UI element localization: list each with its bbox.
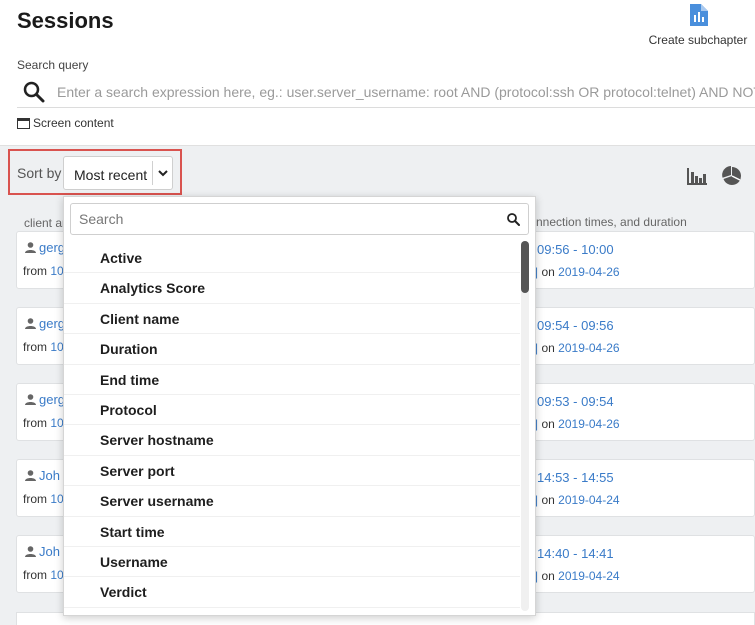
bar-chart-icon[interactable] (686, 166, 708, 186)
sort-option-server-username[interactable]: Server username (64, 486, 520, 517)
from-label: from (23, 264, 47, 278)
user-icon (25, 546, 36, 557)
session-from: from 10 (23, 264, 64, 278)
sort-dropdown-menu: Active Analytics Score Client name Durat… (63, 196, 536, 616)
sort-selected-value: Most recent (74, 167, 148, 183)
screen-content-toggle[interactable]: Screen content (17, 116, 114, 130)
session-time[interactable]: 14:40 - 14:41 (537, 546, 614, 561)
sort-option-server-hostname[interactable]: Server hostname (64, 425, 520, 456)
session-date-value[interactable]: 2019-04-26 (558, 417, 619, 431)
dropdown-scrollbar-thumb[interactable] (521, 241, 529, 293)
user-icon (25, 470, 36, 481)
user-icon (25, 394, 36, 405)
session-user[interactable]: gerg (25, 316, 65, 331)
from-label: from (23, 416, 47, 430)
sort-option-end-time[interactable]: End time (64, 365, 520, 395)
page-title: Sessions (17, 8, 114, 33)
session-from: from 10 (23, 568, 64, 582)
session-user[interactable]: gerg (25, 240, 65, 255)
session-ip[interactable]: 10 (50, 264, 63, 278)
session-date-value[interactable]: 2019-04-26 (558, 341, 619, 355)
session-time[interactable]: 14:53 - 14:55 (537, 470, 614, 485)
sort-divider (152, 161, 153, 185)
session-username: Joh (39, 544, 60, 559)
chart-toggle-group (686, 166, 742, 186)
from-label: from (23, 568, 47, 582)
sort-option-verdict[interactable]: Verdict (64, 577, 520, 608)
session-username: gerg (39, 240, 66, 255)
sort-option-protocol[interactable]: Protocol (64, 395, 520, 426)
search-bar (17, 76, 755, 108)
session-time[interactable]: 09:56 - 10:00 (537, 242, 614, 257)
chart-document-icon (690, 4, 708, 26)
on-label: on (541, 569, 555, 583)
session-time[interactable]: 09:53 - 09:54 (537, 394, 614, 409)
session-date-value[interactable]: 2019-04-24 (558, 569, 619, 583)
screen-content-label: Screen content (33, 116, 114, 130)
create-subchapter-label: Create subchapter (648, 33, 748, 47)
session-date: | on 2019-04-24 (535, 569, 620, 583)
user-icon (25, 318, 36, 329)
session-date-value[interactable]: 2019-04-26 (558, 265, 619, 279)
user-icon (25, 242, 36, 253)
on-label: on (541, 493, 555, 507)
sort-option-duration[interactable]: Duration (64, 334, 520, 365)
sort-option-client-name[interactable]: Client name (64, 304, 520, 335)
sort-option-analytics-score[interactable]: Analytics Score (64, 273, 520, 304)
session-date: | on 2019-04-26 (535, 417, 620, 431)
dropdown-search (70, 203, 529, 235)
search-icon (507, 213, 520, 226)
session-time[interactable]: 09:54 - 09:56 (537, 318, 614, 333)
session-ip[interactable]: 10 (50, 340, 63, 354)
dropdown-options: Active Analytics Score Client name Durat… (64, 243, 520, 608)
create-subchapter-button[interactable]: Create subchapter (648, 4, 748, 49)
session-from: from 10 (23, 416, 64, 430)
from-label: from (23, 492, 47, 506)
session-user[interactable]: gerg (25, 392, 65, 407)
on-label: on (541, 341, 555, 355)
session-username: Joh (39, 468, 60, 483)
sort-select[interactable]: Most recent (63, 156, 173, 190)
sort-by-label: Sort by (17, 165, 62, 181)
session-username: gerg (39, 392, 66, 407)
session-from: from 10 (23, 340, 64, 354)
session-ip[interactable]: 10 (50, 492, 63, 506)
dropdown-search-input[interactable] (79, 209, 499, 229)
pie-chart-icon[interactable] (722, 166, 742, 186)
sort-option-username[interactable]: Username (64, 547, 520, 578)
chevron-down-icon (158, 170, 168, 177)
session-date: | on 2019-04-26 (535, 265, 620, 279)
session-user[interactable]: Joh (25, 544, 60, 559)
on-label: on (541, 417, 555, 431)
search-query-label: Search query (17, 58, 89, 72)
session-ip[interactable]: 10 (50, 416, 63, 430)
session-date-value[interactable]: 2019-04-24 (558, 493, 619, 507)
session-from: from 10 (23, 492, 64, 506)
column-header-times: nnection times, and duration (536, 215, 687, 229)
sort-option-start-time[interactable]: Start time (64, 517, 520, 547)
on-label: on (541, 265, 555, 279)
session-date: | on 2019-04-24 (535, 493, 620, 507)
sort-option-active[interactable]: Active (64, 243, 520, 274)
from-label: from (23, 340, 47, 354)
search-input[interactable] (57, 80, 755, 104)
session-user[interactable]: Joh (25, 468, 60, 483)
dropdown-scrollbar[interactable] (521, 241, 529, 611)
session-username: gerg (39, 316, 66, 331)
window-icon (17, 117, 30, 129)
session-date: | on 2019-04-26 (535, 341, 620, 355)
session-ip[interactable]: 10 (50, 568, 63, 582)
sort-option-server-port[interactable]: Server port (64, 456, 520, 487)
search-icon (23, 81, 45, 103)
